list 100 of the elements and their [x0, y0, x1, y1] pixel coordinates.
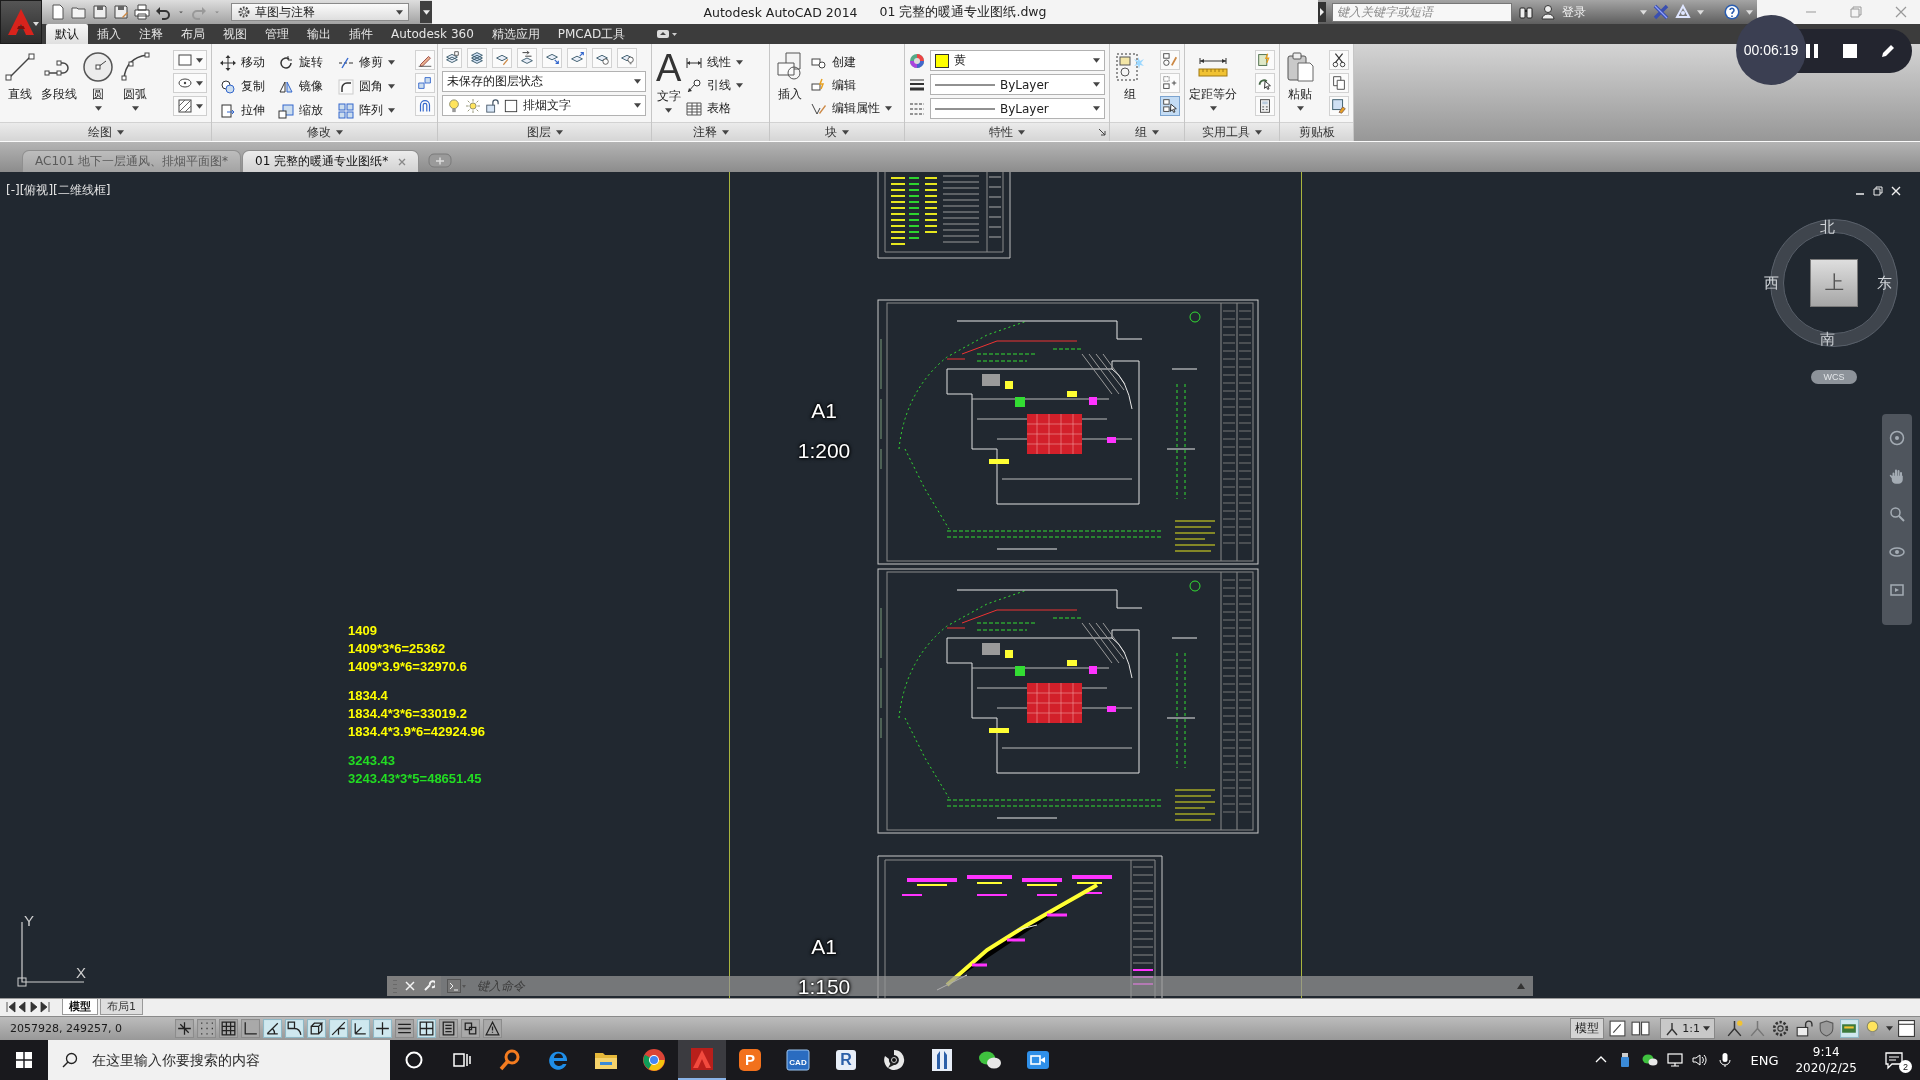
- compass-label[interactable]: 南: [1820, 331, 1835, 347]
- tool-button[interactable]: 表格: [686, 98, 744, 119]
- workspace-dropdown[interactable]: 草图与注释: [231, 3, 409, 21]
- printer-icon[interactable]: [134, 4, 150, 20]
- ungroup-icon[interactable]: [1160, 50, 1180, 70]
- tool-button[interactable]: 复制: [220, 76, 278, 98]
- caret-icon[interactable]: [1697, 9, 1704, 15]
- match-brush-icon[interactable]: [1329, 96, 1349, 116]
- layer-up-icon[interactable]: [567, 48, 587, 68]
- two-panes-icon[interactable]: [1631, 1019, 1651, 1038]
- group-select-icon[interactable]: [1160, 96, 1180, 116]
- tool-button[interactable]: 旋转: [278, 52, 338, 73]
- tool-button[interactable]: 移动: [220, 52, 278, 73]
- color-wheel-icon[interactable]: [909, 52, 925, 69]
- layer-swap-icon[interactable]: [517, 48, 537, 68]
- search-input[interactable]: 在这里输入你要搜索的内容: [90, 1051, 390, 1069]
- steering-wheel-icon[interactable]: [1889, 430, 1905, 446]
- ribbon-tab[interactable]: 输出: [298, 24, 340, 44]
- panel-toggle-icon[interactable]: [656, 28, 679, 40]
- command-prompt-icon[interactable]: [447, 979, 467, 993]
- tool-button[interactable]: 编辑属性: [811, 98, 892, 119]
- dot-grid-icon[interactable]: [197, 1019, 216, 1038]
- tool-button[interactable]: 编辑: [811, 75, 892, 96]
- insert-button[interactable]: 插入: [774, 48, 806, 123]
- layer-dropdown[interactable]: 排烟文字: [442, 95, 646, 116]
- search-field[interactable]: 键入关键字或短语: [1332, 2, 1512, 22]
- tool-button[interactable]: 修剪: [338, 52, 410, 73]
- text-tool-button[interactable]: A 文字: [656, 48, 682, 123]
- ribbon-tab[interactable]: 视图: [214, 24, 256, 44]
- layer-gear-icon[interactable]: [592, 48, 612, 68]
- layer-stack-icon[interactable]: [467, 48, 487, 68]
- compass-label[interactable]: 西: [1764, 275, 1779, 291]
- compass-label[interactable]: 北: [1820, 219, 1835, 235]
- ribbon-tab[interactable]: Autodesk 360: [382, 24, 483, 44]
- sign-in-link[interactable]: 登录: [1562, 3, 1586, 21]
- group-edit-icon[interactable]: [1160, 73, 1180, 93]
- ribbon-tab[interactable]: 注释: [130, 24, 172, 44]
- gear-icon[interactable]: [1771, 1019, 1790, 1038]
- panel-title-button[interactable]: 图层: [438, 122, 651, 141]
- ribbon-tab[interactable]: 插入: [88, 24, 130, 44]
- tool-button[interactable]: 引线: [686, 75, 744, 96]
- panel-title-button[interactable]: 注释: [652, 122, 769, 141]
- fullscreen-icon[interactable]: [1897, 1019, 1916, 1038]
- cube-icon[interactable]: [307, 1019, 326, 1038]
- user-icon[interactable]: [1540, 4, 1556, 20]
- point-cursor-icon[interactable]: [1255, 73, 1275, 93]
- clock-button[interactable]: 9:14 2020/2/25: [1795, 1044, 1857, 1076]
- panel-title-button[interactable]: 修改: [212, 122, 437, 141]
- ribbon-tab[interactable]: 管理: [256, 24, 298, 44]
- new-file-icon[interactable]: [50, 4, 66, 20]
- layer-brush-icon[interactable]: [492, 48, 512, 68]
- notification-icon[interactable]: [1884, 1050, 1904, 1070]
- input-language-indicator[interactable]: ENG: [1750, 1052, 1779, 1068]
- application-menu-button[interactable]: [0, 0, 42, 44]
- file-tab[interactable]: 01 完整的暖通专业图纸*: [242, 150, 420, 172]
- overlap-squares-icon[interactable]: [461, 1019, 480, 1038]
- right-angle-icon[interactable]: [241, 1019, 260, 1038]
- layout-sheet-icon[interactable]: [1608, 1019, 1628, 1038]
- ribbon-tab[interactable]: 布局: [172, 24, 214, 44]
- hatch-dropdown-button[interactable]: [173, 96, 207, 116]
- rectangle-dropdown-button[interactable]: [173, 50, 207, 70]
- panel-title-button[interactable]: 块: [770, 122, 904, 141]
- tool-button[interactable]: 圆弧: [119, 48, 151, 123]
- chat-bubbles-icon[interactable]: [1642, 1052, 1659, 1068]
- grid-icon[interactable]: [219, 1019, 238, 1038]
- floppy-disk-pen-icon[interactable]: [113, 4, 129, 20]
- tool-button[interactable]: 镜像: [278, 76, 338, 98]
- layer-properties-icon[interactable]: [442, 48, 462, 68]
- network-icon[interactable]: [1667, 1052, 1684, 1068]
- eraser-pen-icon[interactable]: [415, 50, 435, 70]
- quick-select-icon[interactable]: [1255, 50, 1275, 70]
- panel-title-button[interactable]: 绘图: [0, 122, 211, 141]
- viewcube-face[interactable]: 上: [1810, 259, 1858, 307]
- compass-label[interactable]: 东: [1877, 275, 1892, 291]
- ribbon-tab[interactable]: PMCAD工具: [548, 24, 635, 44]
- crosshair-icon[interactable]: [175, 1019, 194, 1038]
- offset-icon[interactable]: [415, 96, 435, 116]
- panel-title-button[interactable]: 实用工具: [1185, 122, 1279, 141]
- tool-button[interactable]: 拉伸: [220, 100, 278, 122]
- tool-button[interactable]: 直线: [4, 48, 36, 123]
- angle-arc-icon[interactable]: [263, 1019, 282, 1038]
- layer-state-dropdown[interactable]: 未保存的图层状态: [442, 71, 646, 92]
- lineweight-icon[interactable]: [909, 76, 925, 93]
- axes-icon[interactable]: [351, 1019, 370, 1038]
- layout-navigation-icon[interactable]: [6, 1001, 50, 1013]
- layout-tab[interactable]: 布局1: [100, 999, 143, 1015]
- layer-down-icon[interactable]: [542, 48, 562, 68]
- snap-square-icon[interactable]: [285, 1019, 304, 1038]
- tool-button[interactable]: 阵列: [338, 100, 410, 122]
- up-caret-icon[interactable]: [1517, 982, 1525, 990]
- orbit-icon[interactable]: [1889, 544, 1905, 560]
- ribbon-tab[interactable]: 默认: [46, 24, 88, 44]
- group-button[interactable]: 组: [1114, 48, 1146, 123]
- linetype-dropdown[interactable]: ByLayer: [930, 98, 1105, 119]
- layer-bulb-icon[interactable]: [617, 48, 637, 68]
- ribbon-tab[interactable]: 精选应用: [482, 24, 549, 44]
- caret-icon[interactable]: [1640, 9, 1647, 15]
- tool-button[interactable]: 缩放: [278, 100, 338, 122]
- shield-icon[interactable]: [1817, 1019, 1836, 1038]
- paste-button[interactable]: 粘贴: [1284, 48, 1316, 123]
